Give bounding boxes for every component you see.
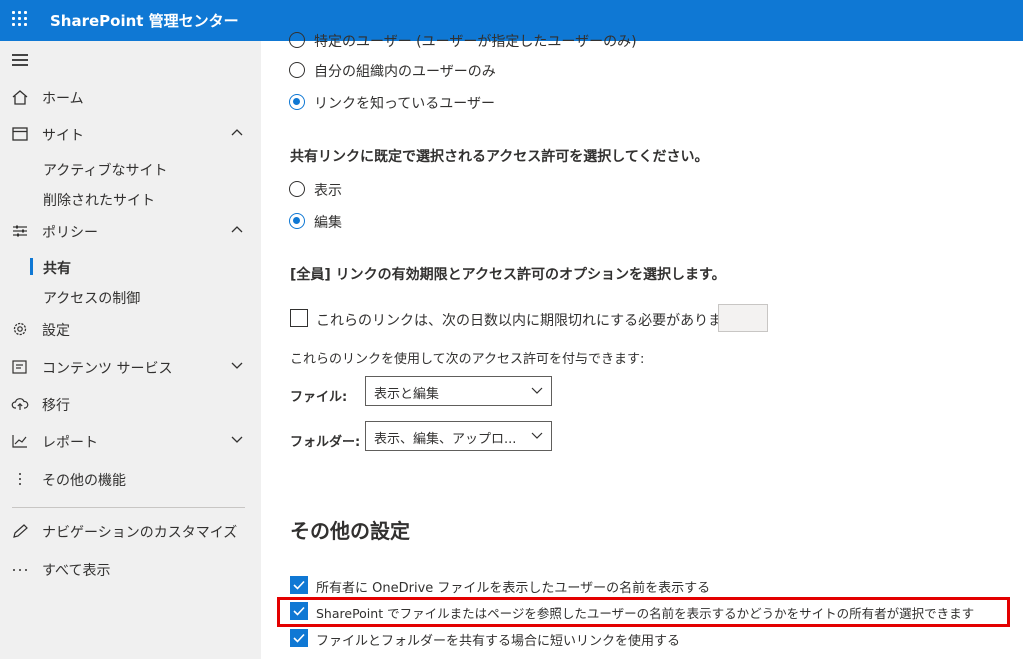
chevron-up-icon[interactable] [230,222,244,236]
nav-sites-label: サイト [42,128,84,144]
main-content: 特定のユーザー (ユーザーが指定したユーザーのみ) 自分の組織内のユーザーのみ … [261,32,1023,659]
chevron-down-icon [531,432,543,439]
folder-label: フォルダー: [290,435,361,450]
nav-sharing-label: 共有 [43,261,71,277]
expire-checkbox[interactable] [290,309,308,327]
nav-item-sites[interactable]: サイト [0,119,261,149]
file-label: ファイル: [290,390,348,405]
more-vertical-icon [19,473,21,485]
pencil-icon [13,524,28,538]
nav-content-services-label: コンテンツ サービス [42,361,173,377]
radio-org-only[interactable]: 自分の組織内のユーザーのみ [289,61,496,83]
nav-more-features-label: その他の機能 [42,473,126,489]
nav-access-control-label: アクセスの制御 [43,291,141,307]
radio-circle-selected[interactable] [289,213,305,229]
highlight-box [277,597,1010,627]
expire-days-input[interactable] [718,304,768,332]
sites-icon [12,127,28,141]
permission-heading: 共有リンクに既定で選択されるアクセス許可を選択してください。 [290,149,709,165]
checkbox-short-links[interactable] [290,629,308,647]
nav-item-more-features[interactable]: その他の機能 [0,464,261,494]
chevron-down-icon[interactable] [230,432,244,446]
chevron-down-icon[interactable] [230,358,244,372]
nav-item-customize[interactable]: ナビゲーションのカスタマイズ [0,516,261,546]
radio-circle-selected[interactable] [289,94,305,110]
nav-active-sites-label: アクティブなサイト [43,163,168,179]
file-permission-dropdown[interactable]: 表示と編集 [365,376,552,406]
nav-item-sharing[interactable]: 共有 [0,254,261,280]
nav-item-settings[interactable]: 設定 [0,314,261,344]
radio-anyone-label: リンクを知っているユーザー [314,96,496,112]
onedrive-viewers-label: 所有者に OneDrive ファイルを表示したユーザーの名前を表示する [316,581,711,596]
nav-item-policies[interactable]: ポリシー [0,216,261,246]
content-services-icon [12,360,27,374]
radio-circle[interactable] [289,32,305,48]
checkmark-icon [293,633,305,643]
nav-show-all-label: すべて表示 [42,563,111,579]
active-indicator [30,258,33,275]
radio-org-only-label: 自分の組織内のユーザーのみ [314,64,496,80]
gear-icon [13,322,27,336]
radio-edit-label: 編集 [314,215,342,231]
radio-view[interactable]: 表示 [289,180,469,202]
folder-permission-dropdown[interactable]: 表示、編集、アップロ... [365,421,552,451]
anyone-links-heading: [全員] リンクの有効期限とアクセス許可のオプションを選択します。 [290,267,726,283]
chevron-down-icon [531,387,543,394]
radio-circle[interactable] [289,181,305,197]
nav-item-migration[interactable]: 移行 [0,389,261,419]
nav-item-home[interactable]: ホーム [0,82,261,112]
home-icon [12,90,28,105]
nav-reports-label: レポート [42,435,98,451]
nav-item-content-services[interactable]: コンテンツ サービス [0,352,261,382]
radio-edit[interactable]: 編集 [289,212,469,234]
app-title[interactable]: SharePoint 管理センター [50,10,239,31]
radio-circle[interactable] [289,62,305,78]
nav-item-active-sites[interactable]: アクティブなサイト [0,156,261,182]
left-nav: ホーム サイト アクティブなサイト 削除されたサイト ポリシー 共有 アクセスの… [0,41,261,659]
policies-icon [13,225,27,237]
more-horizontal-icon [13,569,27,571]
checkmark-icon [293,580,305,590]
radio-view-label: 表示 [314,183,342,199]
nav-deleted-sites-label: 削除されたサイト [43,193,155,209]
folder-permission-value: 表示、編集、アップロ... [374,432,517,447]
radio-specific-people[interactable]: 特定のユーザー (ユーザーが指定したユーザーのみ) [289,31,637,53]
nav-item-access-control[interactable]: アクセスの制御 [0,284,261,310]
nav-item-deleted-sites[interactable]: 削除されたサイト [0,186,261,212]
nav-divider [12,507,245,508]
nav-item-show-all[interactable]: すべて表示 [0,554,261,584]
radio-specific-people-label: 特定のユーザー (ユーザーが指定したユーザーのみ) [314,34,637,50]
nav-settings-label: 設定 [42,323,70,339]
short-links-label: ファイルとフォルダーを共有する場合に短いリンクを使用する [316,634,681,649]
grant-text: これらのリンクを使用して次のアクセス許可を付与できます: [290,352,645,367]
hamburger-menu-icon[interactable] [12,54,28,66]
cloud-upload-icon [11,398,29,410]
radio-anyone[interactable]: リンクを知っているユーザー [289,93,495,115]
nav-home-label: ホーム [42,91,84,107]
app-launcher-icon[interactable] [12,11,28,27]
nav-item-reports[interactable]: レポート [0,426,261,456]
expire-label: これらのリンクは、次の日数以内に期限切れにする必要があります [316,313,737,329]
checkbox-onedrive-viewers[interactable] [290,576,308,594]
nav-policies-label: ポリシー [42,225,98,241]
other-settings-title: その他の設定 [290,519,410,543]
chevron-up-icon[interactable] [230,125,244,139]
nav-migration-label: 移行 [42,398,70,414]
chart-icon [12,435,27,448]
file-permission-value: 表示と編集 [374,387,440,402]
nav-customize-label: ナビゲーションのカスタマイズ [42,525,238,541]
